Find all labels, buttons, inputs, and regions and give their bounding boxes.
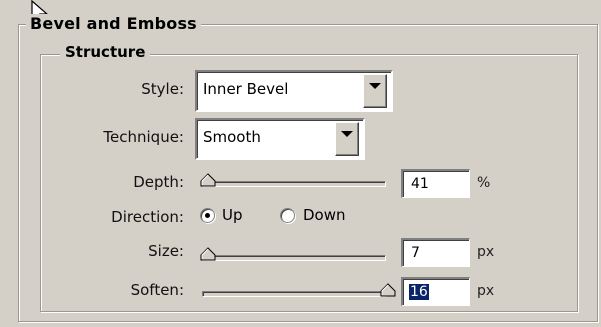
- depth-slider[interactable]: [202, 181, 386, 187]
- technique-value: Smooth: [203, 128, 261, 146]
- size-label: Size:: [148, 242, 184, 260]
- direction-up-radio[interactable]: [200, 208, 215, 223]
- soften-unit: px: [477, 283, 495, 299]
- style-label: Style:: [141, 80, 184, 98]
- size-unit: px: [477, 244, 495, 260]
- soften-slider[interactable]: [202, 291, 386, 297]
- depth-field[interactable]: 41: [401, 169, 470, 198]
- slider-thumb-icon[interactable]: [380, 283, 396, 297]
- direction-up-label[interactable]: Up: [222, 206, 243, 224]
- chevron-down-icon[interactable]: [363, 74, 387, 108]
- soften-label: Soften:: [130, 281, 184, 299]
- direction-down-radio[interactable]: [280, 208, 295, 223]
- style-value: Inner Bevel: [203, 80, 289, 98]
- soften-field[interactable]: 16: [401, 277, 470, 306]
- depth-label: Depth:: [133, 173, 184, 191]
- depth-unit: %: [477, 175, 491, 191]
- direction-down-label[interactable]: Down: [303, 206, 346, 224]
- size-value: 7: [411, 245, 420, 261]
- radio-selected-dot: [205, 213, 210, 218]
- direction-label: Direction:: [111, 208, 184, 226]
- technique-label: Technique:: [103, 128, 184, 146]
- size-field[interactable]: 7: [401, 238, 470, 267]
- chevron-down-icon[interactable]: [335, 122, 359, 156]
- style-dropdown[interactable]: Inner Bevel: [195, 70, 393, 112]
- depth-value: 41: [411, 176, 429, 192]
- size-slider[interactable]: [202, 255, 386, 261]
- section-title: Structure: [60, 43, 151, 61]
- group-title: Bevel and Emboss: [26, 14, 201, 33]
- slider-thumb-icon[interactable]: [200, 173, 216, 187]
- slider-thumb-icon[interactable]: [200, 247, 216, 261]
- soften-value: 16: [409, 284, 429, 300]
- technique-dropdown[interactable]: Smooth: [195, 118, 365, 160]
